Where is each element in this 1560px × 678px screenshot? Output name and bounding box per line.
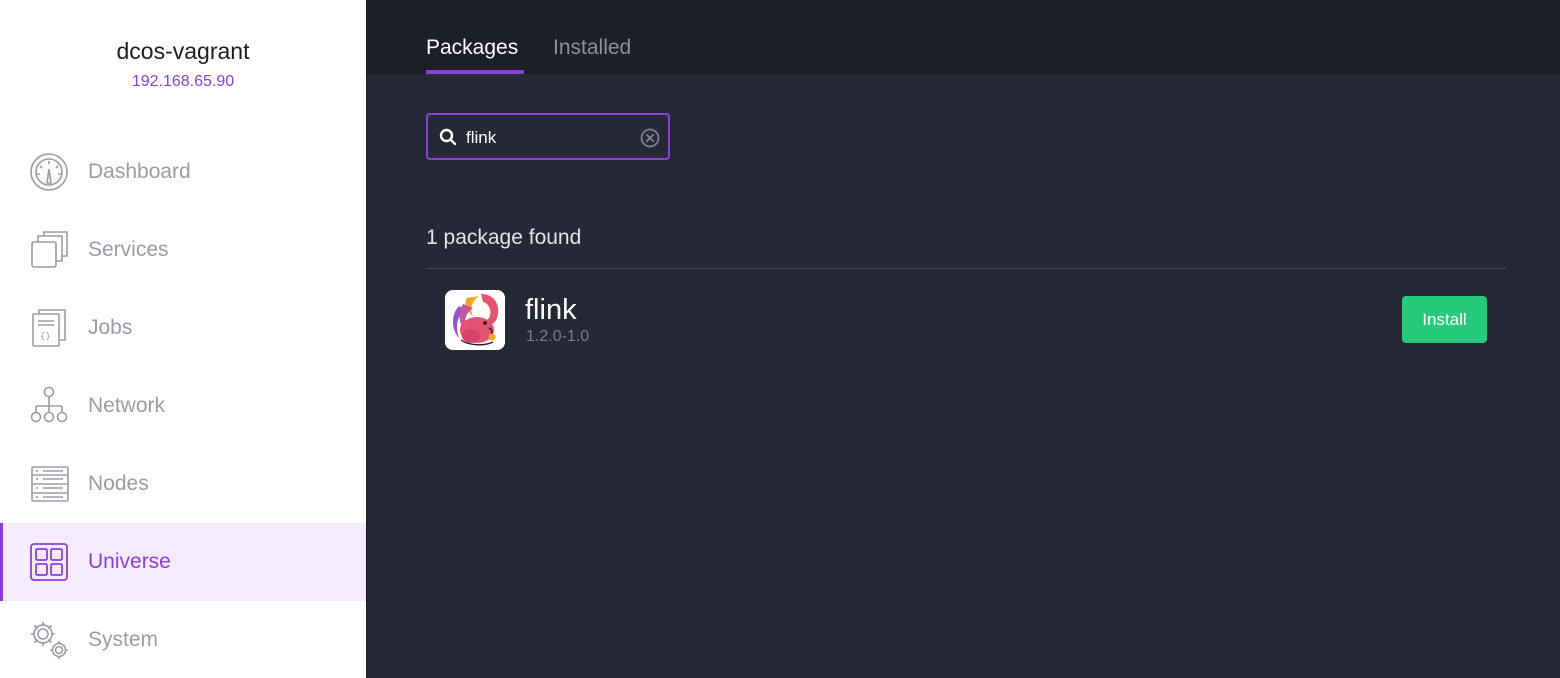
flink-squirrel-logo[interactable]: [445, 290, 505, 350]
sidebar-item-label: Jobs: [88, 316, 133, 339]
active-tab-indicator: [426, 70, 524, 74]
dashboard-icon: [28, 151, 70, 193]
package-version: 1.2.0-1.0: [526, 328, 590, 345]
jobs-icon: {}: [28, 307, 70, 349]
sidebar-item-network[interactable]: Network: [0, 367, 366, 445]
sidebar-item-label: Network: [88, 394, 166, 417]
universe-icon: [28, 541, 70, 583]
search-value[interactable]: flink: [466, 128, 496, 148]
sidebar-item-label: Dashboard: [88, 160, 191, 183]
sidebar-item-label: Services: [88, 238, 169, 261]
search-icon: [439, 128, 457, 146]
network-icon: [28, 385, 70, 427]
tab-packages[interactable]: Packages: [426, 36, 518, 60]
sidebar-item-jobs[interactable]: {} Jobs: [0, 289, 366, 367]
sidebar-item-services[interactable]: Services: [0, 211, 366, 289]
divider: [426, 268, 1506, 269]
install-button[interactable]: Install: [1402, 296, 1487, 343]
results-count: 1 package found: [426, 226, 582, 249]
sidebar-item-label: Universe: [88, 550, 171, 573]
sidebar: dcos-vagrant 192.168.65.90 Dashboard Ser…: [0, 0, 366, 678]
cluster-ip: 192.168.65.90: [131, 73, 235, 90]
sidebar-item-universe[interactable]: Universe: [0, 523, 366, 601]
sidebar-item-nodes[interactable]: Nodes: [0, 445, 366, 523]
sidebar-nav: Dashboard Services {} Jobs Network Nodes…: [0, 133, 366, 678]
svg-text:{}: {}: [40, 332, 51, 342]
system-gear-icon: [28, 619, 70, 661]
services-icon: [28, 229, 70, 271]
sidebar-item-label: Nodes: [88, 472, 149, 495]
tab-installed[interactable]: Installed: [553, 36, 631, 60]
sidebar-item-system[interactable]: System: [0, 601, 366, 678]
tab-bar: Packages Installed: [367, 0, 1560, 74]
clear-circle-icon[interactable]: [639, 127, 661, 149]
nodes-icon: [28, 463, 70, 505]
main-content: Packages Installed flink 1 package found: [366, 0, 1560, 678]
search-input[interactable]: flink: [426, 113, 670, 160]
sidebar-item-dashboard[interactable]: Dashboard: [0, 133, 366, 211]
package-name[interactable]: flink: [525, 294, 577, 327]
cluster-name[interactable]: dcos-vagrant: [0, 38, 366, 65]
sidebar-item-label: System: [88, 628, 159, 651]
